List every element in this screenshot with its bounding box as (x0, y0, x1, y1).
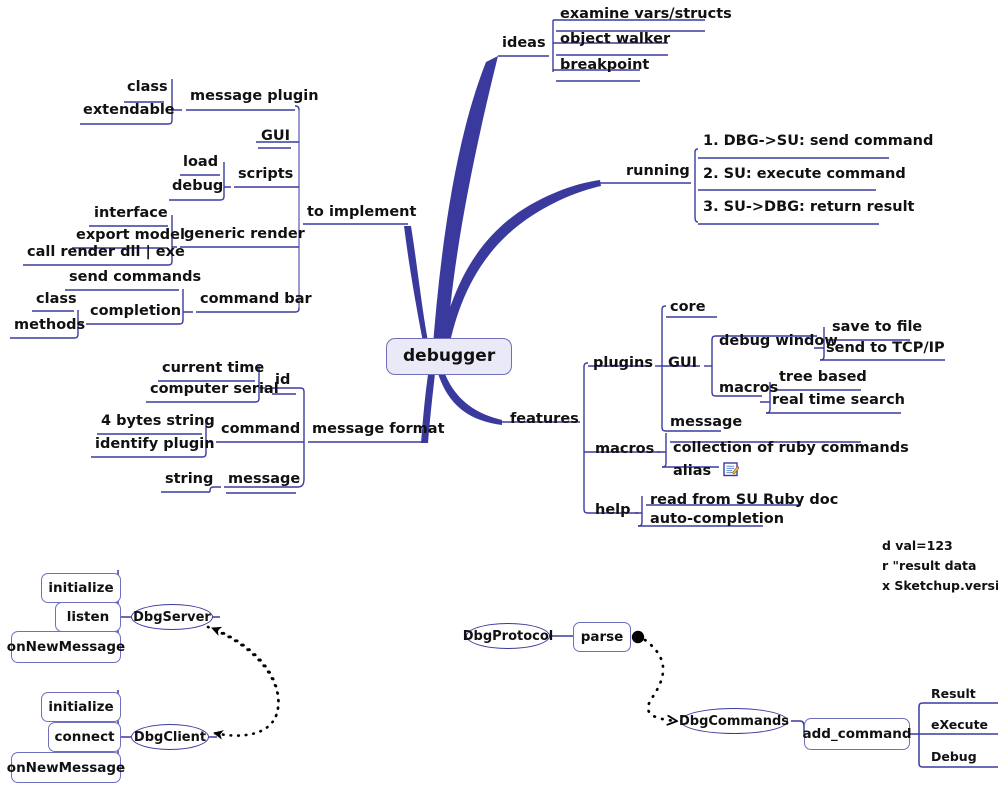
param-debug[interactable]: Debug (931, 749, 977, 764)
legend-line-2: r "result data (882, 558, 977, 573)
node-plugins-core[interactable]: core (668, 300, 708, 317)
class-dbgserver[interactable]: DbgServer (131, 604, 213, 630)
node-message-plugin-extendable[interactable]: extendable (81, 103, 177, 120)
node-generic-render[interactable]: generic render (182, 227, 307, 244)
dbgserver-method-onnewmessage[interactable]: onNewMessage (7, 631, 125, 663)
root-label: debugger (403, 346, 496, 366)
class-dbgprotocol[interactable]: DbgProtocol (463, 623, 553, 649)
param-result[interactable]: Result (931, 686, 976, 701)
node-generic-render-call-render-dll[interactable]: call render dll | exe (25, 245, 187, 262)
legend-line-1: d val=123 (882, 538, 953, 553)
node-plugins-message[interactable]: message (668, 415, 744, 432)
node-running-step-1[interactable]: 1. DBG->SU: send command (701, 134, 935, 151)
root-node-debugger[interactable]: debugger (386, 338, 513, 375)
node-debug-window-send-to-tcpip[interactable]: send to TCP/IP (824, 341, 947, 358)
branch-ideas[interactable]: ideas (500, 36, 548, 53)
node-msg-id-computer-serial[interactable]: computer serial (148, 382, 281, 399)
node-debug-window-save-to-file[interactable]: save to file (830, 320, 924, 337)
node-generic-render-export-model[interactable]: export model (74, 228, 187, 245)
node-examine-vars-structs[interactable]: examine vars/structs (558, 7, 734, 24)
node-command-bar-completion[interactable]: completion (88, 304, 183, 321)
branch-running[interactable]: running (624, 164, 692, 181)
node-msg-command[interactable]: command (219, 422, 302, 439)
node-msg-command-identify-plugin[interactable]: identify plugin (93, 437, 217, 454)
node-message-plugin[interactable]: message plugin (188, 89, 321, 106)
dbgprotocol-method-parse[interactable]: parse (573, 622, 631, 652)
node-plugins[interactable]: plugins (591, 356, 655, 373)
node-running-step-3[interactable]: 3. SU->DBG: return result (701, 200, 916, 217)
class-dbgcommands[interactable]: DbgCommands (679, 708, 789, 734)
dbgclient-method-connect[interactable]: connect (48, 722, 121, 752)
node-scripts[interactable]: scripts (236, 167, 295, 184)
node-macros[interactable]: macros (593, 442, 656, 459)
node-help[interactable]: help (593, 503, 633, 520)
note-icon (723, 462, 740, 477)
branch-to-implement[interactable]: to implement (305, 205, 418, 222)
node-command-bar[interactable]: command bar (198, 292, 314, 309)
node-help-read-from-su-ruby-doc[interactable]: read from SU Ruby doc (648, 493, 840, 510)
dbgclient-method-onnewmessage[interactable]: onNewMessage (7, 752, 125, 783)
node-gui-macros-real-time-search[interactable]: real time search (770, 393, 907, 410)
node-msg-id-current-time[interactable]: current time (160, 361, 266, 378)
node-msg-message[interactable]: message (226, 472, 302, 489)
node-running-step-2[interactable]: 2. SU: execute command (701, 167, 908, 184)
node-msg-message-string[interactable]: string (163, 472, 215, 489)
main-branch-shapes (404, 56, 601, 443)
mindmap-canvas: debugger ideas examine vars/structs obje… (0, 0, 998, 786)
dbgcommands-method-add-command[interactable]: add_command (803, 718, 912, 750)
node-help-auto-completion[interactable]: auto-completion (648, 512, 786, 529)
node-completion-methods[interactable]: methods (12, 318, 87, 335)
node-msg-command-4-bytes-string[interactable]: 4 bytes string (99, 414, 217, 431)
legend-line-3: x Sketchup.version (882, 578, 998, 593)
node-macros-collection-of-ruby-commands[interactable]: collection of ruby commands (671, 441, 911, 458)
node-generic-render-interface[interactable]: interface (92, 206, 170, 223)
branch-message-format[interactable]: message format (310, 422, 447, 439)
class-dbgclient[interactable]: DbgClient (131, 724, 209, 750)
node-breakpoint[interactable]: breakpoint (558, 58, 651, 75)
node-command-bar-send-commands[interactable]: send commands (67, 270, 203, 287)
node-gui-macros-tree-based[interactable]: tree based (777, 370, 869, 387)
node-macros-alias[interactable]: alias (671, 462, 740, 481)
dbgclient-method-initialize[interactable]: initialize (41, 692, 121, 722)
aggregation-dot (631, 630, 645, 644)
node-gui-implement[interactable]: GUI (259, 129, 292, 146)
node-scripts-load[interactable]: load (181, 155, 220, 172)
dbgserver-method-initialize[interactable]: initialize (41, 573, 121, 603)
node-object-walker[interactable]: object walker (558, 32, 672, 49)
node-plugins-gui[interactable]: GUI (666, 356, 699, 373)
node-gui-debug-window[interactable]: debug window (717, 334, 840, 351)
branch-features[interactable]: features (508, 412, 581, 429)
node-completion-class[interactable]: class (34, 292, 79, 309)
node-scripts-debug[interactable]: debug (170, 179, 225, 196)
dbgserver-method-listen[interactable]: listen (55, 602, 121, 632)
param-execute[interactable]: eXecute (931, 717, 988, 732)
node-message-plugin-class[interactable]: class (125, 80, 170, 97)
